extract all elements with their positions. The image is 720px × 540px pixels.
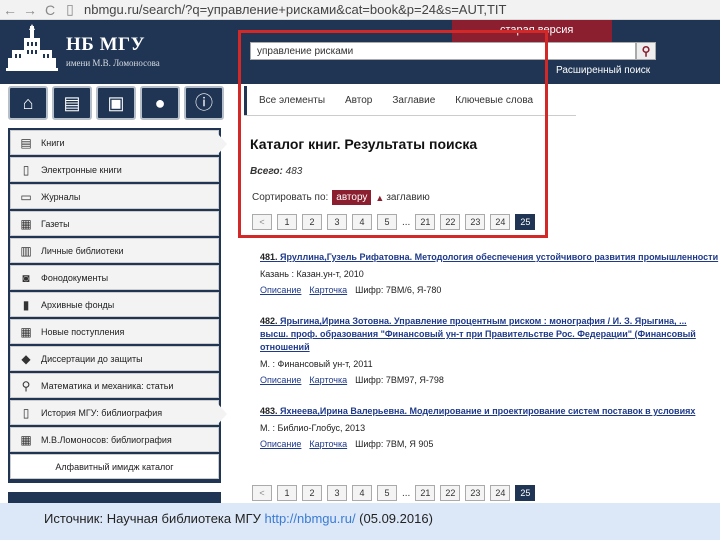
personal-account-button[interactable]: ▣	[96, 86, 136, 120]
sidebar-item-lomonosov[interactable]: ▦ М.В.Ломоносов: библиография	[10, 427, 219, 452]
source-prefix: Источник: Научная библиотека МГУ	[44, 511, 261, 526]
info-icon: ⓘ	[195, 93, 213, 113]
result-imprint: М. : Финансовый ун-т, 2011	[260, 359, 373, 369]
result-title[interactable]: 481. Яруллина,Гузель Рифатовна. Методоло…	[260, 252, 720, 262]
archive-icon: ▮	[22, 297, 30, 312]
pager-prev[interactable]: <	[252, 485, 272, 501]
card-link[interactable]: Карточка	[309, 439, 347, 449]
sidebar-item-dissertations[interactable]: ◆ Диссертации до защиты	[10, 346, 219, 371]
books-icon: ▤	[20, 135, 32, 150]
shelf-mark: Шифр: 7ВМ, Я 905	[355, 439, 434, 449]
pager-ellipsis: ...	[402, 487, 411, 499]
shelf-mark: Шифр: 7ВМ97, Я-798	[355, 375, 444, 385]
result-title-cont[interactable]: высш. проф. образования "Финансовый ун-т…	[260, 329, 720, 339]
pager-page[interactable]: 2	[302, 485, 322, 501]
pager-page[interactable]: 22	[440, 485, 461, 501]
pager-current-page[interactable]: 25	[515, 485, 536, 501]
result-title[interactable]: 482. Ярыгина,Ирина Зотовна. Управление п…	[260, 316, 720, 326]
user-icon: ●	[154, 93, 166, 113]
browser-toolbar: ← → C ▯ nbmgu.ru/search/?q=управление+ри…	[0, 0, 720, 20]
personal-account-icon: ▣	[107, 93, 125, 113]
journal-icon: ▭	[20, 189, 32, 204]
sidebar-item-math[interactable]: ⚲ Математика и механика: статьи	[10, 373, 219, 398]
sidebar-item-journals[interactable]: ▭ Журналы	[10, 184, 219, 209]
site-title[interactable]: НБ МГУ	[66, 34, 145, 56]
calendar-icon: ▦	[20, 432, 32, 447]
pager-page[interactable]: 23	[465, 485, 486, 501]
sidebar-item-new-arrivals[interactable]: ▦ Новые поступления	[10, 319, 219, 344]
sidebar-item-personal-libraries[interactable]: ▥ Личные библиотеки	[10, 238, 219, 263]
sidebar-item-msu-history[interactable]: ▯ История МГУ: библиография	[10, 400, 227, 425]
card-link[interactable]: Карточка	[309, 375, 347, 385]
pager-page[interactable]: 1	[277, 485, 297, 501]
personal-library-icon: ▥	[20, 243, 32, 258]
description-link[interactable]: Описание	[260, 439, 301, 449]
card-link[interactable]: Карточка	[309, 285, 347, 295]
user-button[interactable]: ●	[140, 86, 180, 120]
advanced-search-link[interactable]: Расширенный поиск	[556, 65, 650, 76]
sidebar: ▤ Книги ▯ Электронные книги ▭ Журналы ▦ Газе…	[8, 128, 227, 483]
list-item: 483. Яхнеева,Ирина Валерьевна. Моделиров…	[260, 406, 720, 449]
back-button[interactable]: ←	[0, 2, 20, 18]
page-icon: ▯	[66, 1, 74, 17]
compass-icon: ⚲	[21, 378, 31, 393]
newspaper-icon: ▦	[20, 216, 32, 231]
catalog-button[interactable]: ▤	[52, 86, 92, 120]
sidebar-item-audio[interactable]: ◙ Фонодокументы	[10, 265, 219, 290]
book-open-icon: ▯	[22, 405, 30, 420]
audio-icon: ◙	[22, 270, 30, 285]
sidebar-item-image-catalog[interactable]: Алфавитный имидж каталог	[10, 454, 219, 479]
pager-page[interactable]: 3	[327, 485, 347, 501]
forward-button[interactable]: →	[20, 2, 40, 18]
highlight-frame	[238, 30, 548, 238]
reload-button[interactable]: C	[40, 2, 60, 18]
home-button[interactable]: ⌂	[8, 86, 48, 120]
search-button[interactable]: ⚲	[636, 42, 656, 60]
ebook-icon: ▯	[22, 162, 30, 177]
result-imprint: М. : Библио-Глобус, 2013	[260, 423, 366, 433]
university-building-logo-icon	[6, 24, 58, 71]
calendar-icon: ▦	[20, 324, 32, 339]
result-imprint: Казань : Казан.ун-т, 2010	[260, 269, 364, 279]
result-title-cont[interactable]: отношений	[260, 342, 720, 352]
result-title[interactable]: 483. Яхнеева,Ирина Валерьевна. Моделиров…	[260, 406, 720, 416]
description-link[interactable]: Описание	[260, 285, 301, 295]
pager-bottom: < 1 2 3 4 5 ... 21 22 23 24 25	[252, 485, 540, 501]
info-button[interactable]: ⓘ	[184, 86, 224, 120]
sidebar-item-archives[interactable]: ▮ Архивные фонды	[10, 292, 219, 317]
home-icon: ⌂	[22, 93, 34, 113]
address-bar[interactable]: nbmgu.ru/search/?q=управление+рисками&ca…	[84, 2, 506, 17]
list-item: 481. Яруллина,Гузель Рифатовна. Методоло…	[260, 252, 720, 295]
sidebar-item-books[interactable]: ▤ Книги	[10, 130, 227, 155]
sidebar-item-newspapers[interactable]: ▦ Газеты	[10, 211, 219, 236]
pager-page[interactable]: 4	[352, 485, 372, 501]
search-icon: ⚲	[641, 44, 651, 58]
description-link[interactable]: Описание	[260, 375, 301, 385]
source-date: (05.09.2016)	[355, 511, 433, 526]
source-caption: Источник: Научная библиотека МГУ http://…	[0, 503, 720, 540]
sidebar-item-ebooks[interactable]: ▯ Электронные книги	[10, 157, 219, 182]
catalog-icon: ▤	[63, 93, 81, 113]
pager-page[interactable]: 5	[377, 485, 397, 501]
source-link[interactable]: http://nbmgu.ru/	[265, 511, 356, 526]
pager-page[interactable]: 24	[490, 485, 511, 501]
shelf-mark: Шифр: 7ВМ/6, Я-780	[355, 285, 442, 295]
site-subtitle: имени М.В. Ломоносова	[66, 58, 160, 68]
graduation-icon: ◆	[21, 351, 31, 366]
pager-page[interactable]: 21	[415, 485, 436, 501]
list-item: 482. Ярыгина,Ирина Зотовна. Управление п…	[260, 316, 720, 385]
